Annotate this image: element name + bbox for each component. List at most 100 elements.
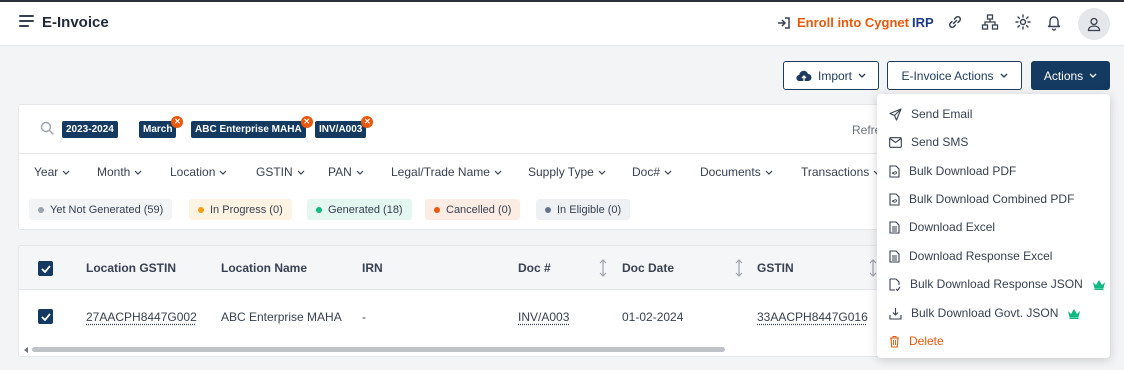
app-header: E-Invoice Enroll into Cygnet IRP [0,2,1124,46]
filter-dropdown-label: Doc# [632,165,661,179]
link-icon[interactable] [946,13,964,31]
remove-chip-icon[interactable]: ✕ [171,116,184,128]
filter-chip-location[interactable]: ABC Enterprise MAHA ✕ [191,116,313,138]
enroll-cygnet-link[interactable]: Enroll into Cygnet IRP [777,15,934,30]
filter-dropdown-year[interactable]: Year [34,165,70,179]
actions-label: Actions [1043,68,1084,83]
menu-item-download-response-excel[interactable]: Download Response Excel [889,247,1052,265]
status-filter-in-progress[interactable]: In Progress (0) [189,199,292,220]
status-label: Cancelled (0) [446,203,512,216]
status-label: In Eligible (0) [557,203,622,216]
select-all-checkbox[interactable] [38,261,53,276]
crown-icon [1092,279,1105,290]
menu-item-download-excel[interactable]: Download Excel [889,218,995,236]
status-dot [198,206,204,213]
bell-icon[interactable] [1045,13,1063,31]
import-button[interactable]: Import [783,61,879,90]
filter-chip-label: March [143,124,173,135]
sort-icon[interactable] [869,259,877,277]
column-header-doc-no[interactable]: Doc # [518,261,551,275]
sort-icon[interactable] [735,259,743,277]
menu-item-bulk-download-response-json[interactable]: Bulk Download Response JSON [889,275,1106,293]
filter-dropdown-legal-name[interactable]: Legal/Trade Name [391,165,502,179]
actions-button[interactable]: Actions [1031,61,1110,90]
chevron-down-icon [858,73,866,78]
menu-item-label: Bulk Download PDF [909,164,1017,178]
scroll-left-arrow[interactable] [24,347,28,353]
cell-gstin[interactable]: 33AACPH8447G016 [757,310,868,324]
menu-item-bulk-download-govt-json[interactable]: Bulk Download Govt. JSON [889,304,1081,322]
menu-item-bulk-download-pdf[interactable]: Bulk Download PDF [889,162,1016,180]
status-dot [38,206,44,213]
check-icon [40,312,51,321]
menu-item-label: Bulk Download Response JSON [910,277,1083,291]
column-header-doc-date[interactable]: Doc Date [622,261,674,275]
column-header-location-name[interactable]: Location Name [221,261,307,275]
filter-chip-label: INV/A003 [319,124,363,135]
menu-item-label: Send Email [911,107,973,121]
filter-dropdown-pan[interactable]: PAN [328,165,364,179]
column-header-location-gstin[interactable]: Location GSTIN [86,261,176,275]
menu-item-label: Download Response Excel [909,249,1053,263]
filter-chip-month[interactable]: March ✕ [139,116,184,138]
filter-dropdown-transactions[interactable]: Transactions [801,165,881,179]
filter-dropdown-label: Location [170,165,216,179]
status-dot [545,206,551,213]
actions-dropdown-menu: Send Email Send SMS Bulk Download PDF Bu… [877,94,1110,358]
chevron-down-icon [1000,73,1007,78]
crown-icon [1068,308,1081,319]
chevron-down-icon [297,170,305,175]
filter-dropdown-month[interactable]: Month [97,165,142,179]
chevron-down-icon [494,170,502,175]
menu-item-delete[interactable]: Delete [889,332,944,350]
filter-dropdown-label: GSTIN [256,165,293,179]
chevron-down-icon [62,170,70,175]
user-icon [1087,17,1101,32]
cell-doc-no[interactable]: INV/A003 [518,310,569,324]
menu-icon[interactable] [19,15,34,29]
menu-item-send-sms[interactable]: Send SMS [889,133,968,151]
menu-item-bulk-download-combined-pdf[interactable]: Bulk Download Combined PDF [889,190,1074,208]
chevron-down-icon [1089,73,1097,78]
search-icon[interactable] [40,121,54,135]
status-filter-not-generated[interactable]: Yet Not Generated (59) [29,199,173,220]
filter-dropdown-label: Year [34,165,59,179]
row-checkbox[interactable] [38,309,53,324]
remove-chip-icon[interactable]: ✕ [300,116,313,128]
filter-dropdown-location[interactable]: Location [170,165,227,179]
remove-chip-icon[interactable]: ✕ [361,116,374,128]
scrollbar-thumb[interactable] [32,347,725,352]
column-header-gstin[interactable]: GSTIN [757,261,794,275]
cloud-upload-icon [796,70,812,81]
filter-dropdown-label: PAN [328,165,352,179]
status-filter-generated[interactable]: Generated (18) [307,199,412,220]
cell-location-name: ABC Enterprise MAHA [221,310,342,324]
pdf-file-icon [889,164,900,178]
filter-chip-year[interactable]: 2023-2024 [62,121,118,138]
sort-icon[interactable] [599,259,607,277]
download-tray-icon [889,307,902,320]
filter-dropdown-supply-type[interactable]: Supply Type [528,165,606,179]
einvoice-actions-button[interactable]: E-Invoice Actions [887,61,1022,90]
status-dot [316,206,322,213]
page-title: E-Invoice [42,14,109,31]
filter-dropdown-label: Documents [700,165,761,179]
avatar[interactable] [1078,8,1110,40]
filter-dropdown-gstin[interactable]: GSTIN [256,165,305,179]
sitemap-icon[interactable] [981,13,999,31]
menu-item-send-email[interactable]: Send Email [889,105,972,123]
column-header-irn[interactable]: IRN [362,261,383,275]
status-filter-cancelled[interactable]: Cancelled (0) [425,199,521,220]
enroll-text: Enroll into Cygnet [797,15,909,30]
gear-icon[interactable] [1014,13,1032,31]
status-label: Yet Not Generated (59) [50,203,164,216]
cell-location-gstin[interactable]: 27AACPH8447G002 [86,310,197,324]
excel-file-icon [889,249,900,263]
send-icon [889,107,902,121]
einvoice-actions-label: E-Invoice Actions [901,68,994,83]
filter-dropdown-doc[interactable]: Doc# [632,165,672,179]
status-filter-ineligible[interactable]: In Eligible (0) [536,199,631,220]
filter-chip-doc[interactable]: INV/A003 ✕ [315,116,374,138]
filter-dropdown-label: Legal/Trade Name [391,165,490,179]
filter-dropdown-documents[interactable]: Documents [700,165,773,179]
